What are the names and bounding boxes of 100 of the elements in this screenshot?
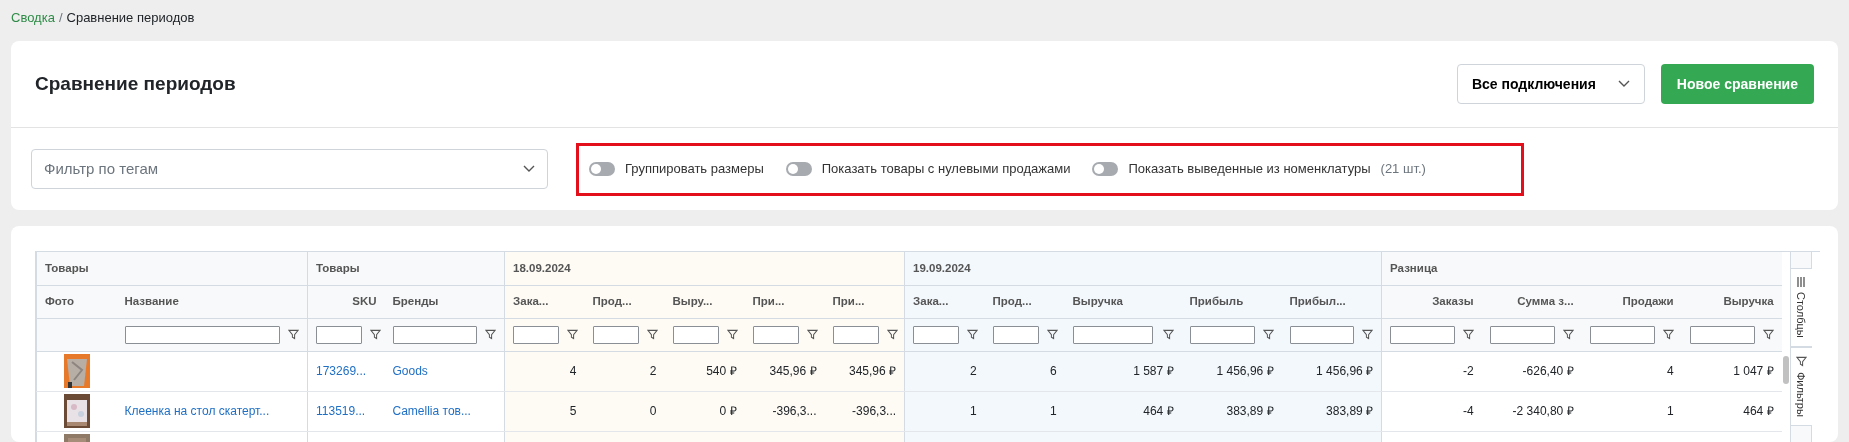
side-panel-tab[interactable]: Столбцы bbox=[1790, 268, 1812, 347]
toggle-label: Показать выведенные из номенклатуры bbox=[1128, 160, 1371, 179]
table-cell: 6 bbox=[1049, 364, 1057, 378]
table-cell: 540 ₽ bbox=[706, 364, 737, 378]
column-header[interactable]: При... bbox=[824, 285, 905, 318]
filter-icon[interactable] bbox=[1046, 329, 1058, 340]
filter-icon[interactable] bbox=[1262, 329, 1274, 340]
filter-input[interactable] bbox=[1072, 325, 1154, 344]
column-header[interactable]: Сумма з... bbox=[1481, 285, 1582, 318]
filter-input[interactable] bbox=[832, 325, 879, 344]
filter-icon bbox=[1795, 355, 1807, 367]
toggle-switch[interactable] bbox=[1092, 162, 1119, 176]
filter-input[interactable] bbox=[124, 325, 280, 344]
filter-input[interactable] bbox=[913, 325, 960, 344]
page-title: Сравнение периодов bbox=[35, 72, 236, 96]
group-header: Разница bbox=[1381, 252, 1782, 285]
table-cell: 1 587 ₽ bbox=[1133, 364, 1174, 378]
table-cell: -4 bbox=[1462, 404, 1474, 418]
side-panel-tab[interactable]: Фильтры bbox=[1790, 346, 1812, 426]
connections-dropdown[interactable]: Все подключения bbox=[1456, 64, 1645, 104]
table-cell: 1 bbox=[1666, 404, 1674, 418]
column-header[interactable]: Прод... bbox=[584, 285, 665, 318]
chevron-down-icon bbox=[523, 165, 535, 173]
filter-input[interactable] bbox=[1390, 325, 1455, 344]
column-header[interactable]: Прод... bbox=[984, 285, 1065, 318]
filter-input[interactable] bbox=[1589, 325, 1655, 344]
chevron-down-icon bbox=[1617, 80, 1630, 88]
column-header[interactable]: При... bbox=[744, 285, 825, 318]
column-header[interactable]: Прибыл... bbox=[1281, 285, 1382, 318]
sku-link[interactable]: 173269... bbox=[316, 364, 367, 378]
filter-icon[interactable] bbox=[485, 329, 497, 340]
table-cell: 2 bbox=[969, 364, 977, 378]
filter-icon[interactable] bbox=[1362, 329, 1374, 340]
column-header[interactable]: Выручка bbox=[1064, 285, 1182, 318]
filter-input[interactable] bbox=[1189, 325, 1255, 344]
group-header: Товары bbox=[307, 252, 505, 285]
column-header[interactable]: Выручка bbox=[1681, 285, 1782, 318]
breadcrumb-separator: / bbox=[58, 10, 63, 25]
filter-icon[interactable] bbox=[646, 329, 658, 340]
filter-icon[interactable] bbox=[567, 329, 579, 340]
group-header: 19.09.2024 bbox=[904, 252, 1382, 285]
table-cell: -2 340,80 ₽ bbox=[1512, 404, 1574, 418]
filter-icon[interactable] bbox=[1462, 329, 1474, 340]
table-cell: 1 bbox=[969, 404, 977, 418]
column-header[interactable]: Бренды bbox=[384, 285, 505, 318]
filter-icon[interactable] bbox=[1162, 329, 1174, 340]
filter-input[interactable] bbox=[513, 325, 560, 344]
filter-icon[interactable] bbox=[288, 329, 299, 340]
column-header[interactable]: Прибыль bbox=[1181, 285, 1282, 318]
column-header[interactable]: Продажи bbox=[1581, 285, 1682, 318]
filter-icon[interactable] bbox=[1762, 329, 1774, 340]
product-link[interactable]: Клеенка на стол скатерт... bbox=[124, 404, 270, 418]
column-header[interactable]: Зака... bbox=[504, 285, 585, 318]
filter-input[interactable] bbox=[392, 325, 478, 344]
toggle-switch[interactable] bbox=[785, 162, 812, 176]
group-header: 18.09.2024 bbox=[504, 252, 905, 285]
scrollbar-thumb[interactable] bbox=[1782, 356, 1789, 384]
filter-icon[interactable] bbox=[1562, 329, 1574, 340]
table-cell: 1 047 ₽ bbox=[1733, 364, 1774, 378]
column-header[interactable]: Фото bbox=[36, 285, 117, 318]
breadcrumb-link[interactable]: Сводка bbox=[11, 10, 55, 25]
filter-icon[interactable] bbox=[1662, 329, 1674, 340]
table-cell: 1 456,96 ₽ bbox=[1216, 364, 1274, 378]
table-cell: -2 bbox=[1462, 364, 1474, 378]
table-cell: -396,3... bbox=[852, 404, 897, 418]
table-cell: 1 456,96 ₽ bbox=[1316, 364, 1374, 378]
table-cell: 464 ₽ bbox=[1743, 404, 1774, 418]
filter-input[interactable] bbox=[672, 325, 719, 344]
filter-icon[interactable] bbox=[886, 329, 898, 340]
table-cell: 0 bbox=[649, 404, 657, 418]
table-cell: 345,96 ₽ bbox=[849, 364, 897, 378]
table-cell: 4 bbox=[569, 364, 577, 378]
brand-link[interactable]: Camellia тов... bbox=[392, 404, 471, 418]
brand-link[interactable]: Goods bbox=[392, 364, 428, 378]
filter-input[interactable] bbox=[1689, 325, 1755, 344]
breadcrumb-current: Сравнение периодов bbox=[66, 10, 195, 25]
filter-icon[interactable] bbox=[370, 329, 381, 340]
column-header[interactable]: Заказы bbox=[1381, 285, 1482, 318]
column-header[interactable]: SKU bbox=[307, 285, 385, 318]
columns-icon bbox=[1796, 277, 1807, 287]
filter-icon[interactable] bbox=[967, 329, 979, 340]
table-cell: -396,3... bbox=[772, 404, 817, 418]
column-header[interactable]: Название bbox=[116, 285, 308, 318]
filter-icon[interactable] bbox=[726, 329, 738, 340]
filter-icon[interactable] bbox=[806, 329, 818, 340]
filter-input[interactable] bbox=[1289, 325, 1355, 344]
tag-filter-dropdown[interactable]: Фильтр по тегам bbox=[31, 149, 548, 189]
column-header[interactable]: Зака... bbox=[904, 285, 985, 318]
filter-input[interactable] bbox=[592, 325, 639, 344]
filter-input[interactable] bbox=[316, 325, 362, 344]
sku-link[interactable]: 113519... bbox=[316, 404, 366, 418]
filter-input[interactable] bbox=[992, 325, 1039, 344]
table-cell: 383,89 ₽ bbox=[1226, 404, 1274, 418]
table-cell: 345,96 ₽ bbox=[769, 364, 817, 378]
table-cell: 4 bbox=[1666, 364, 1674, 378]
table-cell: -626,40 ₽ bbox=[1522, 364, 1574, 378]
filter-input[interactable] bbox=[752, 325, 799, 344]
toggle-switch[interactable] bbox=[589, 162, 615, 176]
column-header[interactable]: Выру... bbox=[664, 285, 745, 318]
filter-input[interactable] bbox=[1489, 325, 1555, 344]
